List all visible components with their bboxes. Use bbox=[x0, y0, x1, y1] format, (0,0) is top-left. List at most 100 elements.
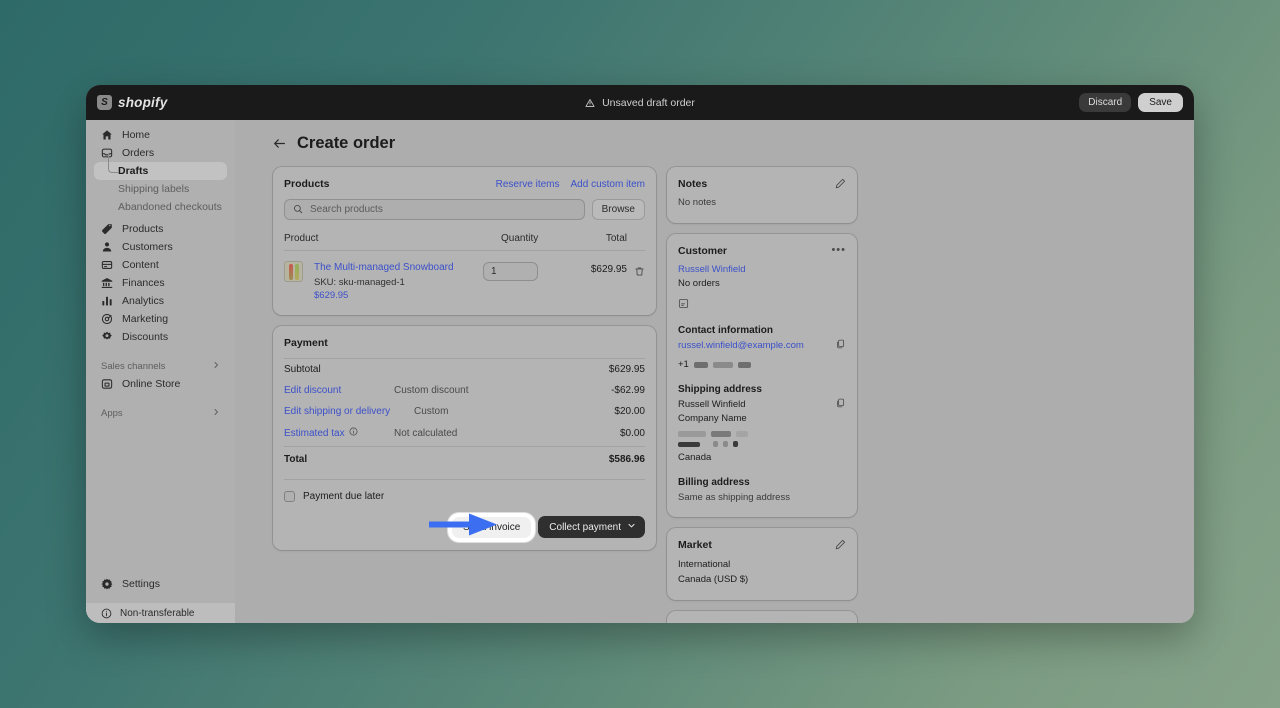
products-icon bbox=[101, 224, 112, 235]
sidebar-label: Home bbox=[122, 129, 151, 141]
customer-note-icon[interactable] bbox=[678, 296, 846, 314]
sidebar-item-marketing[interactable]: Marketing bbox=[94, 310, 227, 328]
search-products-box[interactable] bbox=[284, 199, 585, 220]
estimated-tax-link[interactable]: Estimated tax bbox=[284, 428, 345, 439]
sidebar-label: Abandoned checkouts bbox=[118, 201, 222, 213]
payment-due-later-label: Payment due later bbox=[303, 491, 385, 503]
sales-channels-label: Sales channels bbox=[101, 360, 166, 372]
warning-icon bbox=[585, 98, 595, 108]
edit-discount-link[interactable]: Edit discount bbox=[284, 385, 394, 396]
pencil-icon[interactable] bbox=[835, 178, 846, 189]
customers-icon bbox=[102, 242, 112, 252]
sidebar-item-products[interactable]: Products bbox=[94, 220, 227, 238]
reserve-items-link[interactable]: Reserve items bbox=[496, 179, 560, 190]
search-input[interactable] bbox=[310, 204, 576, 215]
shipping-city-redacted bbox=[678, 441, 748, 448]
shipping-address-block: Russell Winfield Company Name Canada bbox=[678, 398, 748, 466]
left-column: Products Reserve items Add custom item S… bbox=[273, 167, 656, 623]
sidebar-item-customers[interactable]: Customers bbox=[94, 238, 227, 256]
back-arrow-icon[interactable] bbox=[273, 137, 286, 150]
customer-orders: No orders bbox=[678, 278, 720, 290]
chevron-right-icon bbox=[212, 408, 220, 419]
sidebar-label: Finances bbox=[122, 277, 165, 289]
payment-row-amount: $20.00 bbox=[614, 406, 645, 418]
sidebar-item-content[interactable]: Content bbox=[94, 256, 227, 274]
tags-card: Tags bbox=[667, 610, 857, 623]
pencil-icon[interactable] bbox=[835, 539, 846, 550]
products-card-header: Products Reserve items Add custom item bbox=[284, 178, 645, 190]
sidebar-label: Products bbox=[122, 223, 164, 235]
info-icon[interactable] bbox=[349, 427, 358, 439]
quantity-input[interactable] bbox=[483, 262, 538, 281]
payment-title: Payment bbox=[284, 337, 328, 350]
sidebar-section-apps[interactable]: Apps bbox=[94, 404, 227, 422]
plan-badge[interactable]: Non-transferable bbox=[86, 603, 235, 623]
app-shell: Home Orders Drafts Shipping labels Aband… bbox=[86, 120, 1194, 623]
payment-row-detail: Not calculated bbox=[394, 427, 458, 439]
redaction-block bbox=[712, 362, 733, 369]
shipping-country: Canada bbox=[678, 452, 712, 464]
sidebar-item-finances[interactable]: Finances bbox=[94, 274, 227, 292]
chevron-down-icon bbox=[627, 521, 636, 533]
customer-email-link[interactable]: russel.winfield@example.com bbox=[678, 339, 804, 354]
payment-due-later-checkbox[interactable] bbox=[284, 491, 295, 503]
payment-table: Subtotal $629.95 Edit discount Custom di… bbox=[284, 358, 645, 470]
save-button[interactable]: Save bbox=[1138, 93, 1183, 112]
redaction-block bbox=[737, 362, 751, 369]
product-price-link[interactable]: $629.95 bbox=[314, 289, 483, 303]
collect-payment-button[interactable]: Collect payment bbox=[538, 516, 645, 539]
sidebar-item-analytics[interactable]: Analytics bbox=[94, 292, 227, 310]
notes-card: Notes No notes bbox=[667, 167, 857, 223]
customer-header: Customer ••• bbox=[678, 244, 846, 257]
products-card: Products Reserve items Add custom item S… bbox=[273, 167, 656, 316]
info-icon bbox=[101, 608, 112, 618]
send-invoice-button[interactable]: Send invoice bbox=[452, 516, 532, 538]
customer-name-link[interactable]: Russell Winfield bbox=[678, 263, 846, 278]
plan-label: Non-transferable bbox=[120, 607, 195, 619]
sidebar-item-shipping-labels[interactable]: Shipping labels bbox=[94, 180, 227, 198]
market-title: Market bbox=[678, 539, 712, 552]
discard-button[interactable]: Discard bbox=[1079, 93, 1132, 112]
tags-header: Tags bbox=[678, 622, 846, 623]
payment-card: Payment Subtotal $629.95 Edit discount C… bbox=[273, 326, 656, 551]
customer-email-row: russel.winfield@example.com bbox=[678, 339, 846, 354]
product-thumbnail bbox=[284, 261, 303, 282]
sidebar-item-settings[interactable]: Settings bbox=[94, 575, 227, 593]
edit-shipping-link[interactable]: Edit shipping or delivery bbox=[284, 406, 414, 417]
sidebar-item-discounts[interactable]: Discounts bbox=[94, 328, 227, 346]
delete-line-item-icon[interactable] bbox=[627, 261, 645, 282]
add-custom-item-link[interactable]: Add custom item bbox=[571, 179, 645, 190]
product-name-link[interactable]: The Multi-managed Snowboard bbox=[314, 261, 483, 276]
gear-icon bbox=[101, 578, 113, 590]
sidebar: Home Orders Drafts Shipping labels Aband… bbox=[86, 120, 235, 623]
home-icon bbox=[102, 130, 112, 140]
sidebar-footer: Settings Non-transferable bbox=[86, 575, 235, 623]
sidebar-section-sales-channels[interactable]: Sales channels bbox=[94, 357, 227, 375]
pencil-icon[interactable] bbox=[835, 622, 846, 623]
payment-total-amount: $586.96 bbox=[608, 454, 645, 466]
sidebar-label: Content bbox=[122, 259, 159, 271]
payment-row-detail: Custom bbox=[414, 406, 449, 418]
sidebar-item-online-store[interactable]: Online Store bbox=[94, 375, 227, 393]
tree-branch-line bbox=[108, 154, 118, 173]
copy-icon[interactable] bbox=[836, 398, 846, 408]
shipping-company: Company Name bbox=[678, 413, 747, 425]
market-card: Market International Canada (USD $) bbox=[667, 528, 857, 600]
payment-row-discount: Edit discount Custom discount -$62.99 bbox=[284, 380, 645, 401]
product-info: The Multi-managed Snowboard SKU: sku-man… bbox=[314, 261, 483, 303]
sidebar-item-home[interactable]: Home bbox=[94, 126, 227, 144]
products-table-header: Product Quantity Total bbox=[284, 233, 645, 251]
sidebar-label: Customers bbox=[122, 241, 173, 253]
copy-icon[interactable] bbox=[836, 339, 846, 349]
browse-button[interactable]: Browse bbox=[591, 199, 645, 220]
phone-prefix: +1 bbox=[678, 358, 689, 370]
shipping-address-row: Russell Winfield Company Name Canada bbox=[678, 398, 846, 466]
main-content: Create order Products Reserve items Add … bbox=[235, 120, 1194, 623]
products-actions: Reserve items Add custom item bbox=[496, 179, 645, 190]
shopify-logo[interactable]: shopify bbox=[97, 95, 235, 110]
sidebar-item-abandoned-checkouts[interactable]: Abandoned checkouts bbox=[94, 198, 227, 216]
table-row: The Multi-managed Snowboard SKU: sku-man… bbox=[284, 251, 645, 303]
line-total: $629.95 bbox=[590, 264, 627, 275]
more-horizontal-icon[interactable]: ••• bbox=[831, 244, 846, 256]
app-window: shopify Unsaved draft order Discard Save… bbox=[86, 85, 1194, 623]
